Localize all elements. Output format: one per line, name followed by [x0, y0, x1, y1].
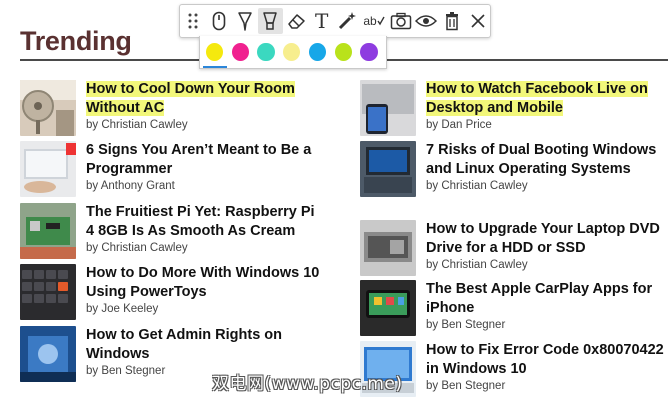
- article-title[interactable]: 6 Signs You Aren’t Meant to Be a Program…: [86, 141, 326, 179]
- article-author[interactable]: by Joe Keeley: [86, 303, 326, 315]
- annotation-toolbar: T ab: [179, 4, 491, 38]
- drag-handle-icon[interactable]: [181, 8, 206, 34]
- color-swatch-light-yellow[interactable]: [283, 43, 301, 61]
- article-item[interactable]: How to Fix Error Code 0x80070422 in Wind…: [360, 341, 664, 402]
- article-title[interactable]: How to Fix Error Code 0x80070422 in Wind…: [426, 341, 666, 379]
- article-title[interactable]: 7 Risks of Dual Booting Windows and Linu…: [426, 141, 666, 179]
- article-thumbnail[interactable]: [20, 264, 76, 320]
- article-item[interactable]: How to Cool Down Your Room Without AC by…: [20, 80, 320, 141]
- magic-wand-icon[interactable]: [335, 8, 360, 34]
- article-thumbnail[interactable]: [20, 326, 76, 382]
- spell-check-icon[interactable]: ab: [361, 8, 388, 34]
- article-thumbnail[interactable]: [360, 280, 416, 336]
- article-item[interactable]: How to Upgrade Your Laptop DVD Drive for…: [360, 220, 660, 280]
- article-author[interactable]: by Christian Cawley: [426, 259, 666, 271]
- highlight-color-palette: [199, 36, 387, 69]
- color-swatch-purple[interactable]: [360, 43, 378, 61]
- article-item[interactable]: 7 Risks of Dual Booting Windows and Linu…: [360, 141, 660, 220]
- article-item[interactable]: How to Do More With Windows 10 Using Pow…: [20, 264, 320, 326]
- article-list-left: How to Cool Down Your Room Without AC by…: [20, 80, 320, 387]
- camera-icon[interactable]: [388, 8, 413, 34]
- trash-icon[interactable]: [440, 8, 465, 34]
- highlighter-icon[interactable]: [258, 8, 283, 34]
- color-swatch-yellow[interactable]: [202, 43, 228, 68]
- article-author[interactable]: by Anthony Grant: [86, 180, 326, 192]
- article-list-right: How to Watch Facebook Live on Desktop an…: [360, 80, 664, 402]
- article-thumbnail[interactable]: [20, 80, 76, 136]
- article-author[interactable]: by Dan Price: [426, 119, 666, 131]
- mouse-pointer-icon[interactable]: [207, 8, 232, 34]
- article-title[interactable]: How to Watch Facebook Live on Desktop an…: [426, 80, 666, 118]
- article-author[interactable]: by Christian Cawley: [86, 119, 326, 131]
- article-thumbnail[interactable]: [20, 141, 76, 197]
- article-title[interactable]: How to Cool Down Your Room Without AC: [86, 80, 326, 118]
- article-author[interactable]: by Ben Stegner: [426, 380, 666, 392]
- article-thumbnail[interactable]: [360, 80, 416, 136]
- article-thumbnail[interactable]: [360, 220, 416, 276]
- color-swatch-lime[interactable]: [334, 43, 352, 61]
- article-title[interactable]: How to Do More With Windows 10 Using Pow…: [86, 264, 326, 302]
- article-thumbnail[interactable]: [20, 203, 76, 259]
- article-item[interactable]: 6 Signs You Aren’t Meant to Be a Program…: [20, 141, 320, 203]
- watermark: 双电网(www.pcpc.me): [212, 374, 403, 394]
- article-author[interactable]: by Ben Stegner: [426, 319, 666, 331]
- eye-icon[interactable]: [414, 8, 439, 34]
- article-item[interactable]: The Best Apple CarPlay Apps for iPhone b…: [360, 280, 660, 341]
- pen-icon[interactable]: [232, 8, 257, 34]
- color-swatch-blue[interactable]: [308, 43, 327, 61]
- article-title[interactable]: The Fruitiest Pi Yet: Raspberry Pi 4 8GB…: [86, 203, 326, 241]
- article-thumbnail[interactable]: [360, 141, 416, 197]
- article-item[interactable]: How to Watch Facebook Live on Desktop an…: [360, 80, 660, 141]
- article-title[interactable]: The Best Apple CarPlay Apps for iPhone: [426, 280, 666, 318]
- article-title[interactable]: How to Upgrade Your Laptop DVD Drive for…: [426, 220, 666, 258]
- article-author[interactable]: by Christian Cawley: [86, 242, 326, 254]
- close-icon[interactable]: [465, 8, 490, 34]
- article-item[interactable]: The Fruitiest Pi Yet: Raspberry Pi 4 8GB…: [20, 203, 320, 264]
- color-swatch-teal[interactable]: [257, 43, 275, 61]
- text-tool-icon[interactable]: T: [309, 8, 334, 34]
- color-swatch-pink[interactable]: [231, 43, 249, 61]
- article-author[interactable]: by Christian Cawley: [426, 180, 666, 192]
- section-heading: Trending: [20, 26, 132, 56]
- article-title[interactable]: How to Get Admin Rights on Windows: [86, 326, 326, 364]
- eraser-icon[interactable]: [284, 8, 309, 34]
